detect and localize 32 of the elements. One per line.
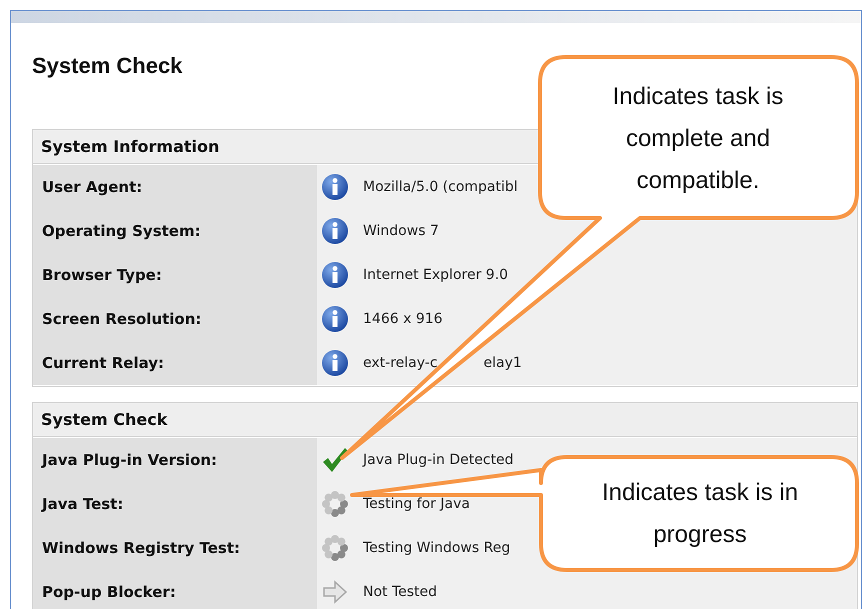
field-label: Operating System: bbox=[42, 220, 201, 242]
section-heading: System Check bbox=[41, 408, 168, 430]
spinner-icon bbox=[321, 490, 349, 518]
field-value: elay1 bbox=[484, 354, 522, 372]
field-value: Not Tested bbox=[363, 582, 438, 602]
field-label: Current Relay: bbox=[42, 352, 164, 374]
field-value: Testing Windows Reg bbox=[363, 538, 510, 558]
info-icon bbox=[321, 173, 349, 201]
field-value: ext-relay-c bbox=[363, 354, 438, 372]
info-icon bbox=[321, 217, 349, 245]
field-value: Java Plug-in Detected bbox=[363, 450, 514, 470]
field-label: Windows Registry Test: bbox=[42, 538, 240, 559]
arrow-icon bbox=[321, 578, 349, 606]
field-value: Mozilla/5.0 (compatibl bbox=[363, 178, 518, 196]
info-icon bbox=[321, 349, 349, 377]
field-value: 1466 x 916 bbox=[363, 310, 443, 328]
info-icon bbox=[321, 261, 349, 289]
field-label: Java Test: bbox=[42, 494, 124, 515]
spinner-icon bbox=[321, 534, 349, 562]
callout-text: Indicates task is in progress bbox=[600, 478, 800, 550]
field-value: Internet Explorer 9.0 bbox=[363, 266, 508, 284]
section-heading: System Information bbox=[41, 136, 220, 158]
field-label: Screen Resolution: bbox=[42, 308, 202, 330]
field-label: User Agent: bbox=[42, 176, 142, 198]
field-label: Java Plug-in Version: bbox=[42, 450, 218, 471]
field-value: Testing for Java bbox=[363, 494, 470, 514]
info-icon bbox=[321, 305, 349, 333]
field-value: Windows 7 bbox=[363, 222, 439, 240]
field-label: Browser Type: bbox=[42, 264, 162, 286]
page-title: System Check bbox=[32, 52, 184, 79]
field-label: Pop-up Blocker: bbox=[42, 582, 176, 603]
callout-text: Indicates task is complete and compatible. bbox=[612, 82, 784, 196]
